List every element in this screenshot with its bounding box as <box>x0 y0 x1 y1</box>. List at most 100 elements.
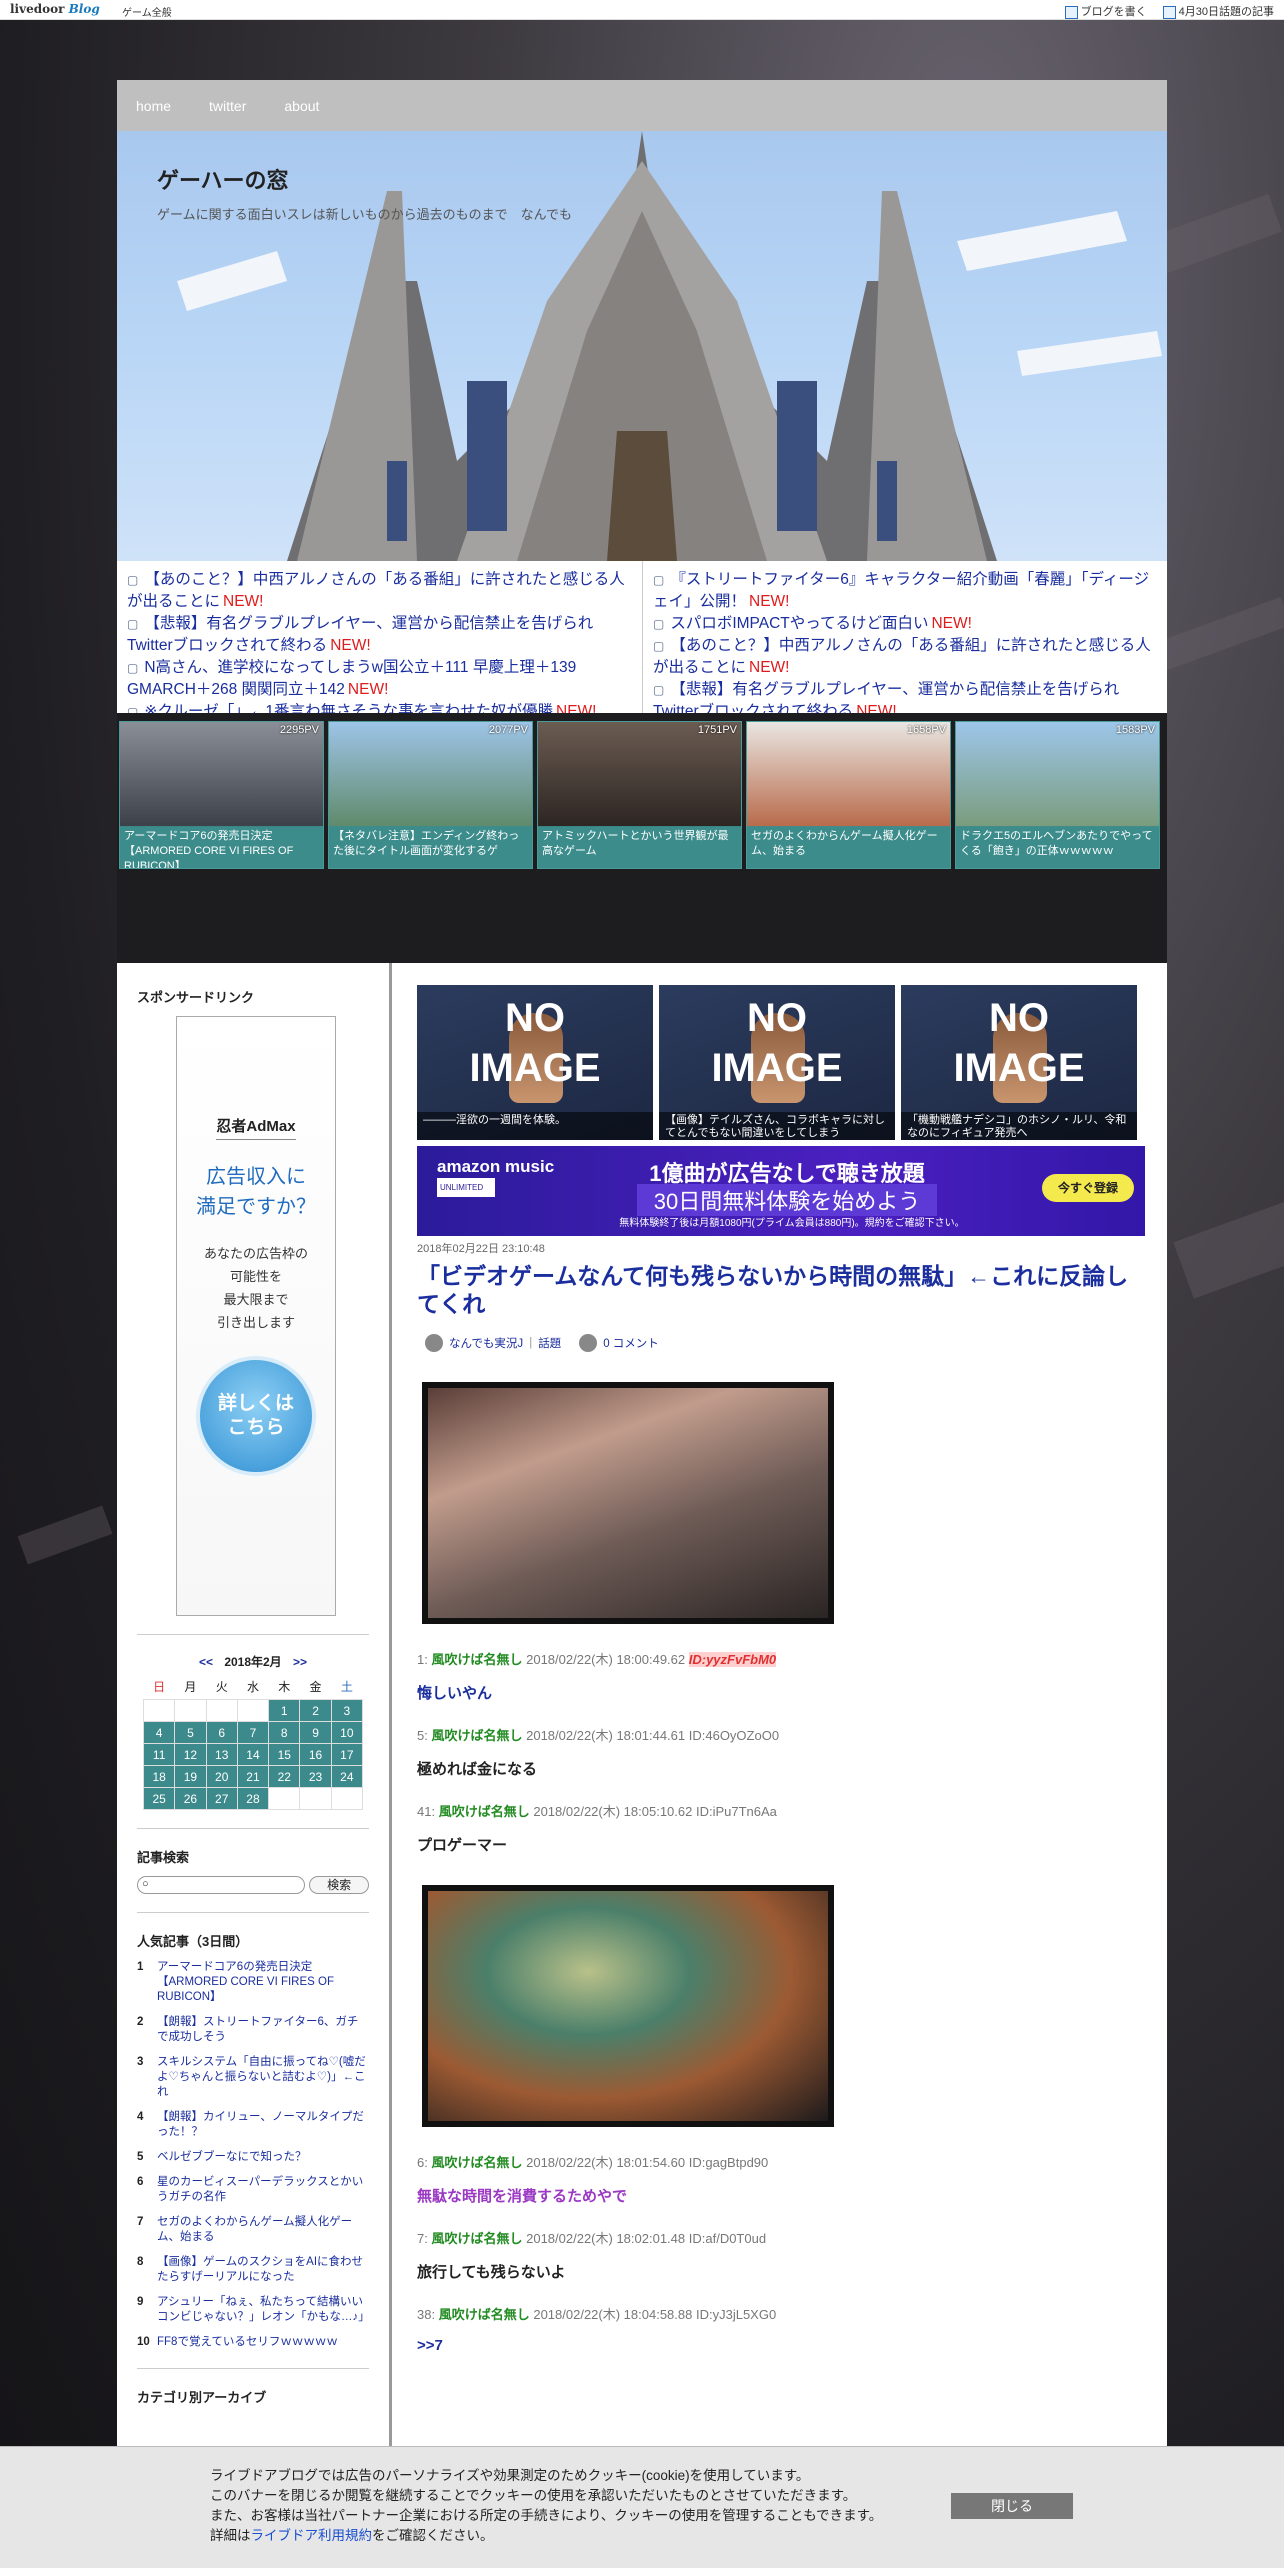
news-item[interactable]: 『ストリートファイター6』キャラクター紹介動画「春麗」「ディージェイ」公開！NE… <box>653 569 1157 613</box>
admax-ad[interactable]: 忍者AdMax 広告収入に 満足ですか？ あなたの広告枠の 可能性を 最大限まで … <box>176 1016 336 1616</box>
thumb-caption[interactable]: セガのよくわからんゲーム擬人化ゲーム、始まる <box>747 826 950 868</box>
livedoor-blog-logo[interactable]: livedoor Blog <box>10 2 100 16</box>
calendar-day[interactable]: 13 <box>205 1743 238 1766</box>
admax-detail-button[interactable]: 詳しくは こちら <box>196 1356 316 1476</box>
ranking-link[interactable]: 【朗報】ストリートファイター6、ガチで成功しそう <box>157 2015 369 2045</box>
nav-about[interactable]: about <box>265 98 338 114</box>
cookie-close-button[interactable]: 閉じる <box>951 2493 1073 2519</box>
article-category-link[interactable]: なんでも実況J <box>449 1335 523 1351</box>
article-title[interactable]: 「ビデオゲームなんて何も残らないから時間の無駄」←これに反論してくれ <box>417 1262 1145 1318</box>
calendar-day[interactable]: 5 <box>174 1721 207 1744</box>
calendar-day[interactable]: 21 <box>236 1765 270 1788</box>
related-article-card[interactable]: NO IMAGE 【画像】テイルズさん、コラボキャラに対してとんでもない間違いをして… <box>659 985 895 1140</box>
calendar-day[interactable]: 8 <box>268 1721 301 1744</box>
popular-thumb[interactable]: 1751PV アトミックハートとかいう世界観が最高なゲーム <box>537 721 742 869</box>
write-blog-link[interactable]: ブログを書く <box>1064 3 1147 19</box>
related-article-card[interactable]: NO IMAGE 「機動戦艦ナデシコ」のホシノ・ルリ、令和なのにフィギュア発売へ <box>901 985 1137 1140</box>
thumb-caption[interactable]: アーマードコア6の発売日決定【ARMORED CORE VI FIRES OF … <box>120 826 323 868</box>
news-item[interactable]: 【あのこと？】中西アルノさんの「ある番組」に許されたと感じる人が出ることにNEW… <box>127 569 632 613</box>
calendar-day[interactable]: 6 <box>205 1721 238 1744</box>
ranking-item[interactable]: 6 星のカービィスーパーデラックスとかいうガチの名作 <box>137 2175 369 2205</box>
calendar-day[interactable]: 20 <box>205 1765 238 1788</box>
ranking-link[interactable]: アシュリー「ねぇ、私たちって結構いいコンビじゃない？」レオン「かもな…♪」 <box>157 2295 370 2325</box>
amazon-register-button[interactable]: 今すぐ登録 <box>1042 1174 1134 1202</box>
related-article-caption[interactable]: ―――淫欲の一週間を体験。 <box>417 1112 653 1140</box>
calendar-day[interactable]: 17 <box>330 1743 364 1766</box>
news-item[interactable]: 【悲報】有名グラブルプレイヤー、運営から配信禁止を告げられTwitterブロック… <box>127 613 632 657</box>
nav-twitter[interactable]: twitter <box>190 98 265 114</box>
calendar-prev-link[interactable]: << <box>199 1655 213 1669</box>
calendar-day[interactable]: 15 <box>268 1743 301 1766</box>
news-link[interactable]: スパロボIMPACTやってるけど面白い <box>670 615 928 632</box>
article-tag-link[interactable]: 話題 <box>538 1335 561 1351</box>
response-id: ID:af/D0T0ud <box>688 2231 767 2246</box>
calendar-day[interactable]: 14 <box>236 1743 270 1766</box>
amazon-music-ad[interactable]: amazon music UNLIMITED 1億曲が広告なしで聴き放題 30日間… <box>417 1146 1145 1236</box>
calendar-day[interactable]: 23 <box>299 1765 332 1788</box>
news-link[interactable]: 『ストリートファイター6』キャラクター紹介動画「春麗」「ディージェイ」公開！ <box>653 571 1149 610</box>
calendar-day[interactable]: 28 <box>236 1787 270 1810</box>
calendar-day[interactable]: 19 <box>174 1765 207 1788</box>
news-link[interactable]: 【あのこと？】中西アルノさんの「ある番組」に許されたと感じる人が出ることに <box>127 571 625 610</box>
calendar-day[interactable]: 11 <box>142 1743 176 1766</box>
calendar-day[interactable]: 22 <box>268 1765 301 1788</box>
ranking-link[interactable]: スキルシステム「自由に振ってね♡(嘘だよ♡ちゃんと振らないと詰むよ♡)」←これ <box>157 2055 369 2100</box>
ranking-link[interactable]: 【画像】ゲームのスクショをAIに食わせたらすげーリアルになった <box>157 2255 369 2285</box>
search-button[interactable]: 検索 <box>309 1876 369 1894</box>
ranking-link[interactable]: 【朗報】カイリュー、ノーマルタイプだった！？ <box>157 2110 369 2140</box>
ranking-item[interactable]: 8 【画像】ゲームのスクショをAIに食わせたらすげーリアルになった <box>137 2255 369 2285</box>
calendar-day[interactable]: 10 <box>330 1721 364 1744</box>
ranking-item[interactable]: 3 スキルシステム「自由に振ってね♡(嘘だよ♡ちゃんと振らないと詰むよ♡)」←これ <box>137 2055 369 2100</box>
news-link[interactable]: 【あのこと？】中西アルノさんの「ある番組」に許されたと感じる人が出ることに <box>653 637 1151 676</box>
ranking-item[interactable]: 2 【朗報】ストリートファイター6、ガチで成功しそう <box>137 2015 369 2045</box>
related-article-caption[interactable]: 【画像】テイルズさん、コラボキャラに対してとんでもない間違いをしてしまう <box>659 1112 895 1140</box>
nav-home[interactable]: home <box>117 98 190 114</box>
thumb-caption[interactable]: ドラクエ5のエルヘブンあたりでやってくる「飽き」の正体ｗｗｗｗｗ <box>956 826 1159 868</box>
ranking-item[interactable]: 10 FF8で覚えているセリフｗｗｗｗｗ <box>137 2335 369 2350</box>
calendar-day[interactable]: 4 <box>142 1721 176 1744</box>
calendar-day[interactable]: 9 <box>299 1721 332 1744</box>
ranking-item[interactable]: 5 ベルゼブブーなにで知った？ <box>137 2150 369 2165</box>
terms-link[interactable]: ライブドア利用規約 <box>251 2528 373 2543</box>
calendar-day[interactable]: 7 <box>236 1721 270 1744</box>
related-article-caption[interactable]: 「機動戦艦ナデシコ」のホシノ・ルリ、令和なのにフィギュア発売へ <box>901 1112 1137 1140</box>
news-item[interactable]: スパロボIMPACTやってるけど面白いNEW! <box>653 613 1157 635</box>
ranking-item[interactable]: 1 アーマードコア6の発売日決定【ARMORED CORE VI FIRES OF… <box>137 1960 369 2005</box>
search-input[interactable]: ○ <box>137 1876 306 1894</box>
calendar-day[interactable]: 3 <box>330 1699 364 1722</box>
topbar-category-link[interactable]: ゲーム全般 <box>122 4 172 19</box>
ranking-link[interactable]: FF8で覚えているセリフｗｗｗｗｗ <box>157 2335 338 2350</box>
ranking-link[interactable]: 星のカービィスーパーデラックスとかいうガチの名作 <box>157 2175 369 2205</box>
calendar-day[interactable]: 2 <box>299 1699 332 1722</box>
calendar-day[interactable]: 27 <box>205 1787 238 1810</box>
ranking-item[interactable]: 9 アシュリー「ねぇ、私たちって結構いいコンビじゃない？」レオン「かもな…♪」 <box>137 2295 370 2325</box>
response-body[interactable]: >>7 <box>417 2337 1145 2354</box>
header-banner[interactable]: ゲーハーの窓 ゲームに関する面白いスレは新しいものから過去のものまで なんでも <box>117 131 1167 561</box>
popular-thumb[interactable]: 1583PV ドラクエ5のエルヘブンあたりでやってくる「飽き」の正体ｗｗｗｗｗ <box>955 721 1160 869</box>
pageview-count: 1751PV <box>697 724 737 736</box>
news-item[interactable]: N高さん、進学校になってしまうw国公立＋111 早慶上理＋139 GMARCH＋… <box>127 657 632 701</box>
calendar-day[interactable]: 1 <box>268 1699 301 1722</box>
calendar-day[interactable]: 16 <box>299 1743 332 1766</box>
calendar-day[interactable]: 26 <box>174 1787 207 1810</box>
calendar-next-link[interactable]: >> <box>293 1655 307 1669</box>
news-item[interactable]: 【あのこと？】中西アルノさんの「ある番組」に許されたと感じる人が出ることにNEW… <box>653 635 1157 679</box>
ranking-link[interactable]: ベルゼブブーなにで知った？ <box>157 2150 307 2165</box>
popular-thumb[interactable]: 2295PV アーマードコア6の発売日決定【ARMORED CORE VI FIR… <box>119 721 324 869</box>
ranking-link[interactable]: アーマードコア6の発売日決定【ARMORED CORE VI FIRES OF … <box>157 1960 369 2005</box>
trending-articles-link[interactable]: 4月30日話題の記事 <box>1162 3 1274 19</box>
thumb-caption[interactable]: 【ネタバレ注意】エンディング終わった後にタイトル画面が変化するゲ <box>329 826 532 868</box>
site-title[interactable]: ゲーハーの窓 <box>157 163 289 195</box>
popular-thumb[interactable]: 2077PV 【ネタバレ注意】エンディング終わった後にタイトル画面が変化するゲ <box>328 721 533 869</box>
ranking-item[interactable]: 7 セガのよくわからんゲーム擬人化ゲーム、始まる <box>137 2215 369 2245</box>
calendar-day[interactable]: 18 <box>142 1765 176 1788</box>
calendar-day[interactable]: 24 <box>330 1765 364 1788</box>
calendar-day[interactable]: 12 <box>174 1743 207 1766</box>
article-comments-link[interactable]: 0 コメント <box>603 1335 659 1351</box>
calendar-day[interactable]: 25 <box>142 1787 176 1810</box>
ranking-item[interactable]: 4 【朗報】カイリュー、ノーマルタイプだった！？ <box>137 2110 369 2140</box>
ranking-link[interactable]: セガのよくわからんゲーム擬人化ゲーム、始まる <box>157 2215 369 2245</box>
thumb-caption[interactable]: アトミックハートとかいう世界観が最高なゲーム <box>538 826 741 868</box>
popular-thumb[interactable]: 1658PV セガのよくわからんゲーム擬人化ゲーム、始まる <box>746 721 951 869</box>
related-article-card[interactable]: NO IMAGE ―――淫欲の一週間を体験。 <box>417 985 653 1140</box>
